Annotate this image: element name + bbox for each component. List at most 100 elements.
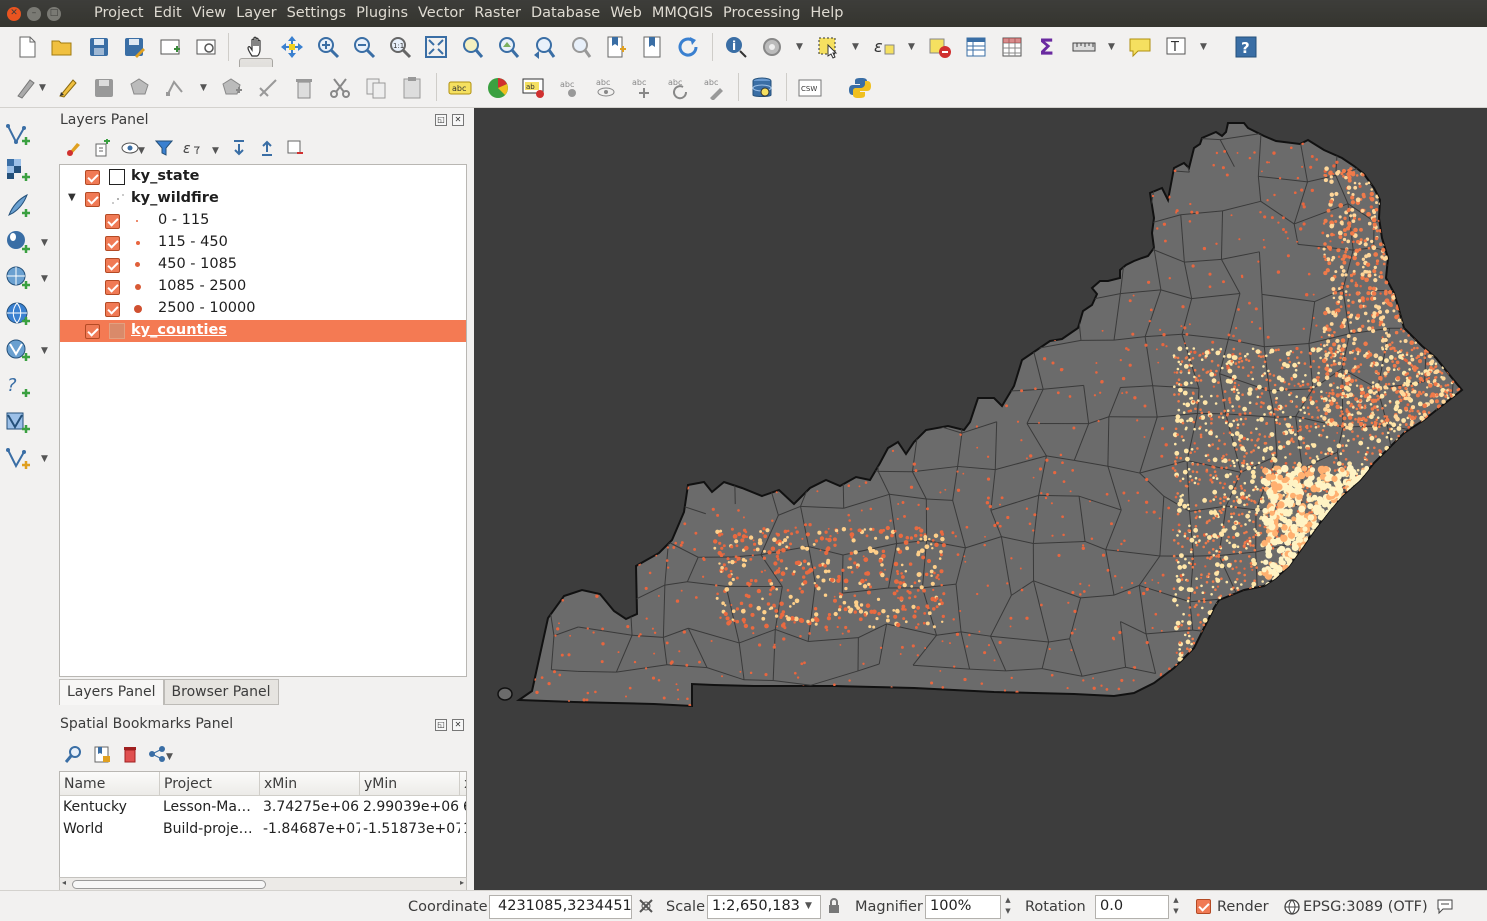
menu-help[interactable]: Help [805,0,848,27]
layer-checkbox[interactable] [85,324,100,339]
horizontal-scrollbar[interactable]: ◂ ▸ [59,877,467,891]
layer-checkbox[interactable] [85,192,100,207]
change-label-icon[interactable]: abc [702,76,726,100]
add-raster-layer-icon[interactable] [5,157,31,183]
deselect-features-icon[interactable] [928,35,952,59]
zoom-next-icon[interactable] [568,35,592,59]
table-cell[interactable]: -1.51873e+07 [360,819,460,841]
move-label-icon[interactable]: abc [630,76,654,100]
menu-view[interactable]: View [187,0,231,27]
map-tips-icon[interactable] [1128,35,1152,59]
menu-web[interactable]: Web [605,0,647,27]
add-group-icon[interactable] [93,139,111,157]
save-as-icon[interactable] [122,35,146,59]
panel-float-icon[interactable]: ◱ [435,114,447,126]
class-checkbox[interactable] [105,236,120,251]
open-attribute-table-icon[interactable] [964,35,988,59]
add-postgis-layer-icon[interactable] [5,229,31,255]
class-checkbox[interactable] [105,214,120,229]
filter-by-expression-icon[interactable]: ε [182,139,200,157]
legend-class-row[interactable]: 1085 - 2500 [60,276,466,298]
column-header-ymin[interactable]: yMin [360,772,460,796]
save-project-icon[interactable] [87,35,111,59]
select-by-expression-icon[interactable]: ε [872,35,896,59]
pan-to-selection-icon[interactable] [280,35,304,59]
add-vector-layer-icon[interactable] [5,121,31,147]
rotate-label-icon[interactable]: abc [666,76,690,100]
collapse-arrow-icon[interactable]: ▼ [68,192,76,203]
table-cell[interactable]: 6 [460,797,466,819]
new-bookmark-icon[interactable] [93,745,111,763]
scrollbar-thumb[interactable] [72,880,266,889]
layer-checkbox[interactable] [85,170,100,185]
current-edits-icon[interactable] [14,76,38,100]
column-header-xmax[interactable]: x [460,772,466,796]
node-tool-icon[interactable] [256,76,280,100]
show-hide-labels-icon[interactable]: abc [594,76,618,100]
show-bookmarks-icon[interactable] [640,35,664,59]
add-wfs-layer-icon[interactable] [5,337,31,363]
column-header-xmin[interactable]: xMin [260,772,360,796]
expand-all-icon[interactable] [230,139,248,157]
add-polygon-icon[interactable] [128,76,152,100]
statistics-sigma-icon[interactable]: Σ [1036,35,1060,59]
refresh-icon[interactable] [676,35,700,59]
panel-close-icon[interactable]: ✕ [452,719,464,731]
new-bookmark-icon[interactable] [604,35,628,59]
layer-row-ky-state[interactable]: ky_state [60,166,466,188]
zoom-out-icon[interactable] [352,35,376,59]
identify-features-icon[interactable]: i [724,35,748,59]
open-project-icon[interactable] [50,35,74,59]
menu-edit[interactable]: Edit [149,0,187,27]
new-shapefile-layer-icon[interactable] [5,445,31,471]
highlight-pinned-labels-icon[interactable]: ab [522,76,546,100]
open-styling-panel-icon[interactable] [65,139,83,157]
vertex-tool-icon[interactable] [164,76,188,100]
column-header-project[interactable]: Project [160,772,260,796]
tab-layers-panel[interactable]: Layers Panel [59,679,164,705]
zoom-full-icon[interactable] [424,35,448,59]
modify-attributes-icon[interactable] [220,76,244,100]
field-calculator-icon[interactable] [1000,35,1024,59]
table-cell[interactable]: -1.84687e+07 [260,819,360,841]
menu-layer[interactable]: Layer [231,0,281,27]
add-delimited-text-icon[interactable] [5,193,31,219]
table-cell[interactable]: 1 [460,819,466,841]
menu-settings[interactable]: Settings [282,0,351,27]
zoom-in-icon[interactable] [316,35,340,59]
layout-manager-icon[interactable] [194,35,218,59]
layer-diagram-icon[interactable] [486,76,510,100]
legend-class-row[interactable]: 0 - 115 [60,210,466,232]
menu-plugins[interactable]: Plugins [351,0,413,27]
share-bookmark-icon[interactable] [148,745,166,763]
table-cell[interactable]: Kentucky [60,797,160,819]
table-cell[interactable]: World [60,819,160,841]
copy-features-icon[interactable] [364,76,388,100]
layer-row-ky-counties[interactable]: ky_counties [60,320,466,342]
window-close-button[interactable]: ✕ [7,6,21,21]
menu-raster[interactable]: Raster [469,0,526,27]
add-wms-layer-icon[interactable] [5,301,31,327]
menu-database[interactable]: Database [526,0,605,27]
pan-map-icon[interactable] [244,35,268,59]
class-checkbox[interactable] [105,280,120,295]
text-annotation-icon[interactable]: T [1164,35,1188,59]
toggle-editing-icon[interactable] [56,76,80,100]
filter-legend-icon[interactable] [155,139,173,157]
zoom-to-selection-icon[interactable] [460,35,484,59]
map-canvas[interactable] [474,108,1487,890]
add-wcs-layer-icon[interactable] [5,409,31,435]
action-gear-icon[interactable] [760,35,784,59]
tab-browser-panel[interactable]: Browser Panel [163,679,279,705]
measure-line-icon[interactable] [1072,35,1096,59]
layer-row-ky-wildfire[interactable]: ▼ ky_wildfire [60,188,466,210]
help-icon[interactable]: ? [1234,35,1258,59]
legend-class-row[interactable]: 115 - 450 [60,232,466,254]
table-cell[interactable]: Lesson-Ma… [160,797,260,819]
collapse-all-icon[interactable] [258,139,276,157]
table-cell[interactable]: 3.74275e+06 [260,797,360,819]
zoom-to-bookmark-icon[interactable] [65,745,83,763]
delete-bookmark-icon[interactable] [121,745,139,763]
class-checkbox[interactable] [105,302,120,317]
table-cell[interactable]: 2.99039e+06 [360,797,460,819]
